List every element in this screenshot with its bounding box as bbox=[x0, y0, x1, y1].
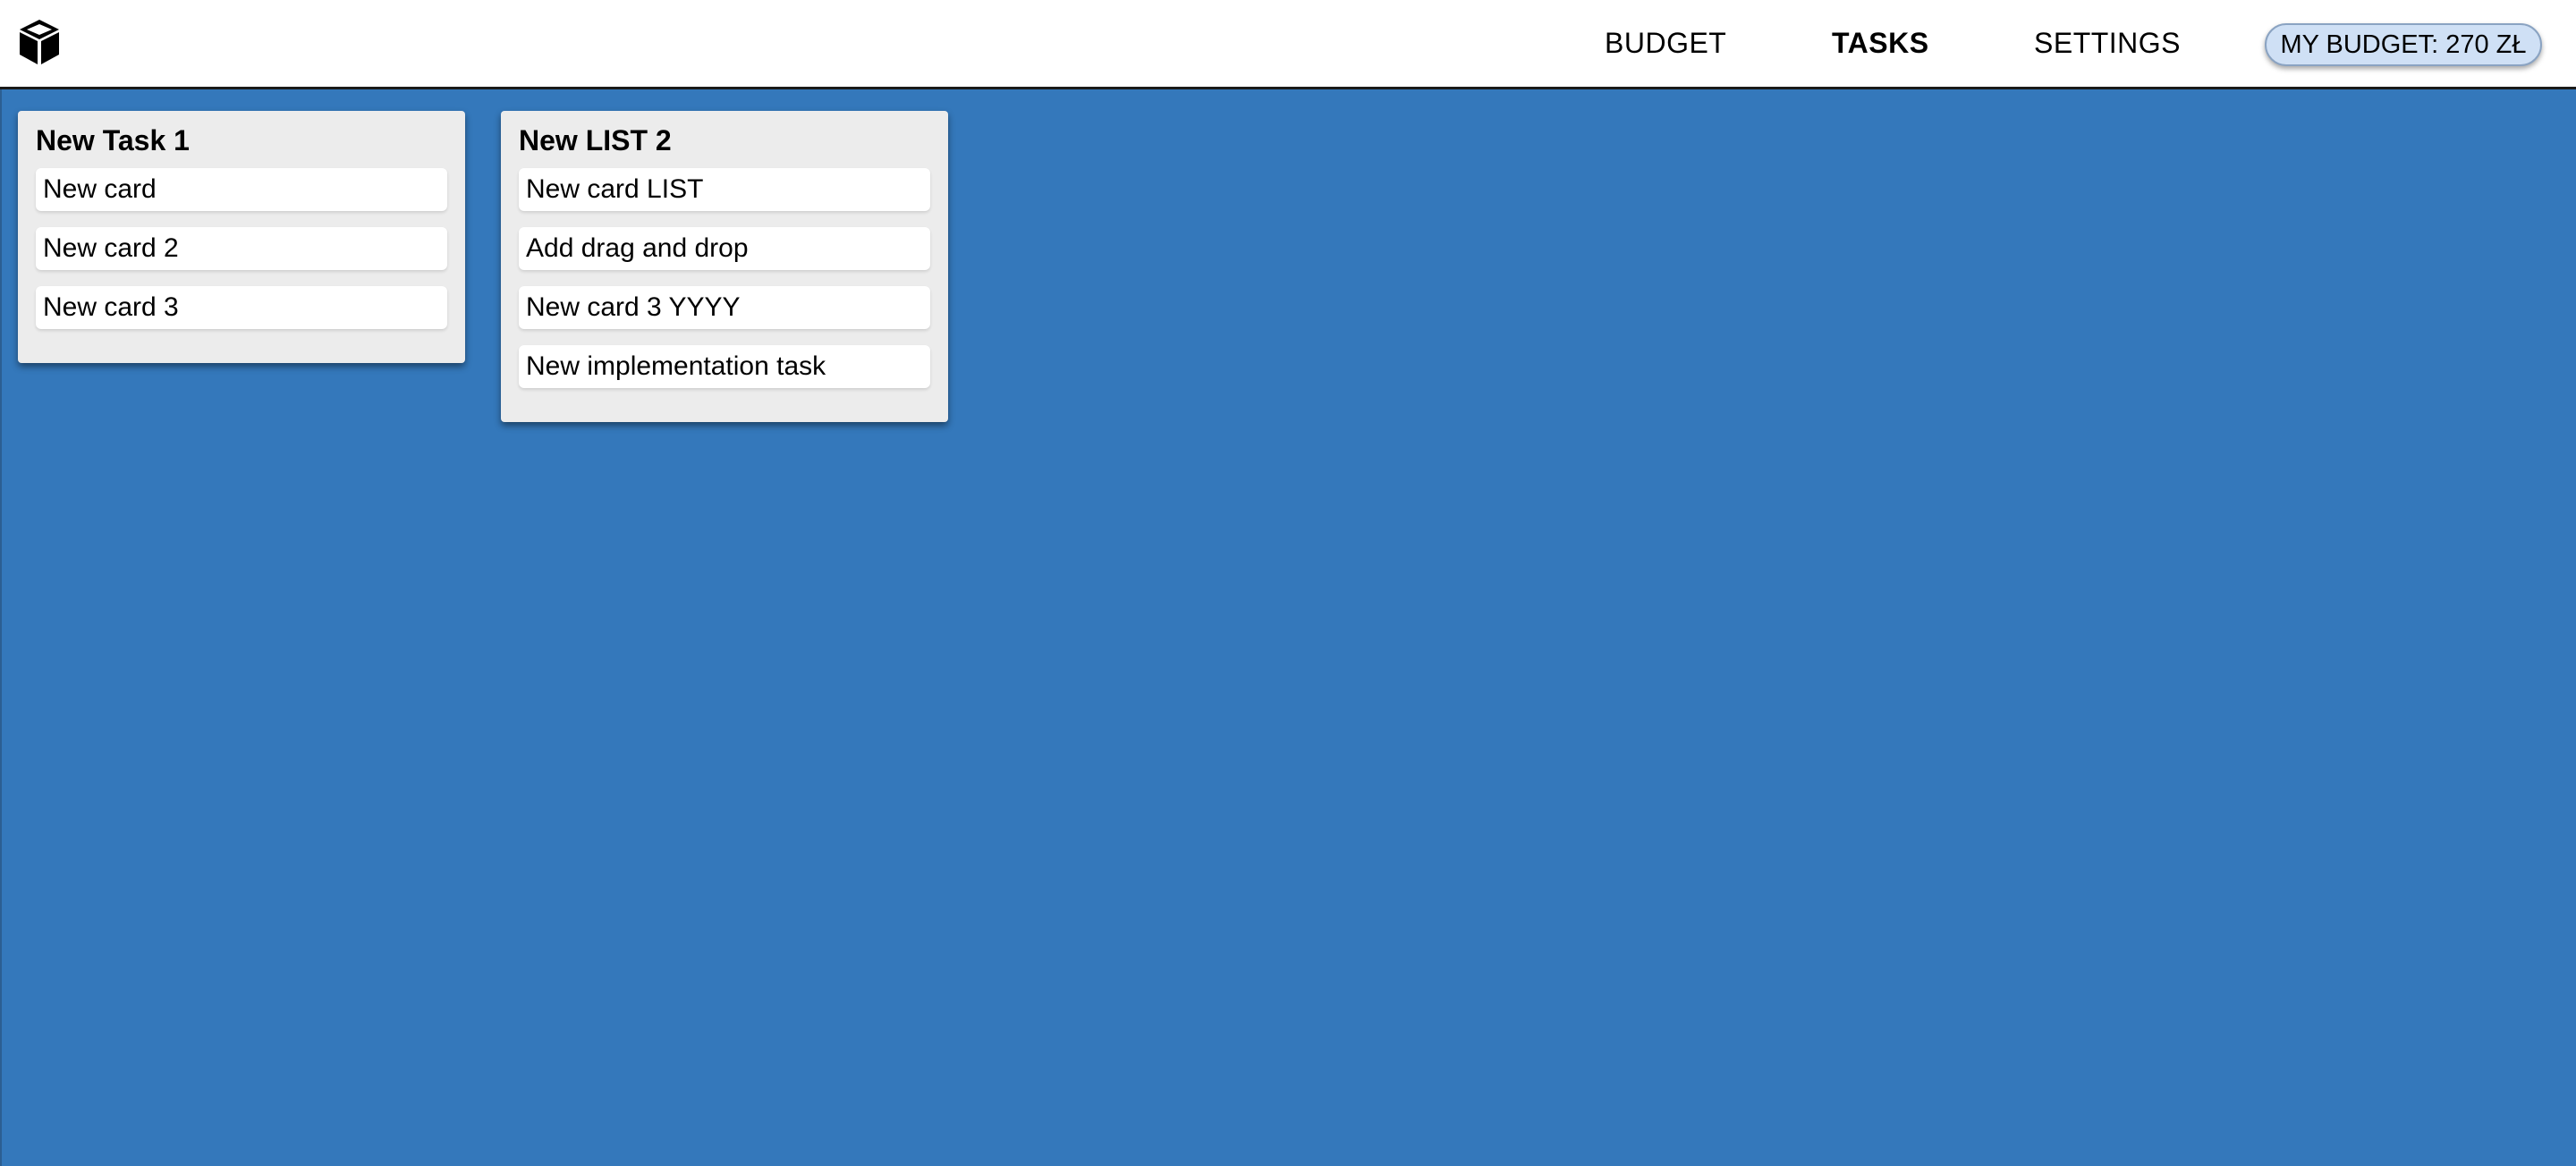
my-budget-badge[interactable]: MY BUDGET: 270 ZŁ bbox=[2265, 23, 2542, 66]
task-card[interactable]: New implementation task bbox=[519, 345, 930, 388]
task-list[interactable]: New LIST 2 New card LIST Add drag and dr… bbox=[501, 111, 948, 422]
task-card[interactable]: New card 2 bbox=[36, 227, 447, 270]
list-title[interactable]: New Task 1 bbox=[36, 123, 447, 157]
task-card[interactable]: New card 3 bbox=[36, 286, 447, 329]
nav-settings-link[interactable]: SETTINGS bbox=[2034, 0, 2181, 87]
top-navigation-bar: BUDGET TASKS SETTINGS MY BUDGET: 270 ZŁ bbox=[0, 0, 2576, 89]
list-title[interactable]: New LIST 2 bbox=[519, 123, 930, 157]
task-card[interactable]: New card LIST bbox=[519, 168, 930, 211]
task-card[interactable]: New card 3 YYYY bbox=[519, 286, 930, 329]
task-list[interactable]: New Task 1 New card New card 2 New card … bbox=[18, 111, 465, 363]
nav-tasks-link[interactable]: TASKS bbox=[1832, 0, 1929, 87]
task-card[interactable]: New card bbox=[36, 168, 447, 211]
cube-icon[interactable] bbox=[18, 18, 61, 66]
task-card[interactable]: Add drag and drop bbox=[519, 227, 930, 270]
nav-budget-link[interactable]: BUDGET bbox=[1605, 0, 1726, 87]
